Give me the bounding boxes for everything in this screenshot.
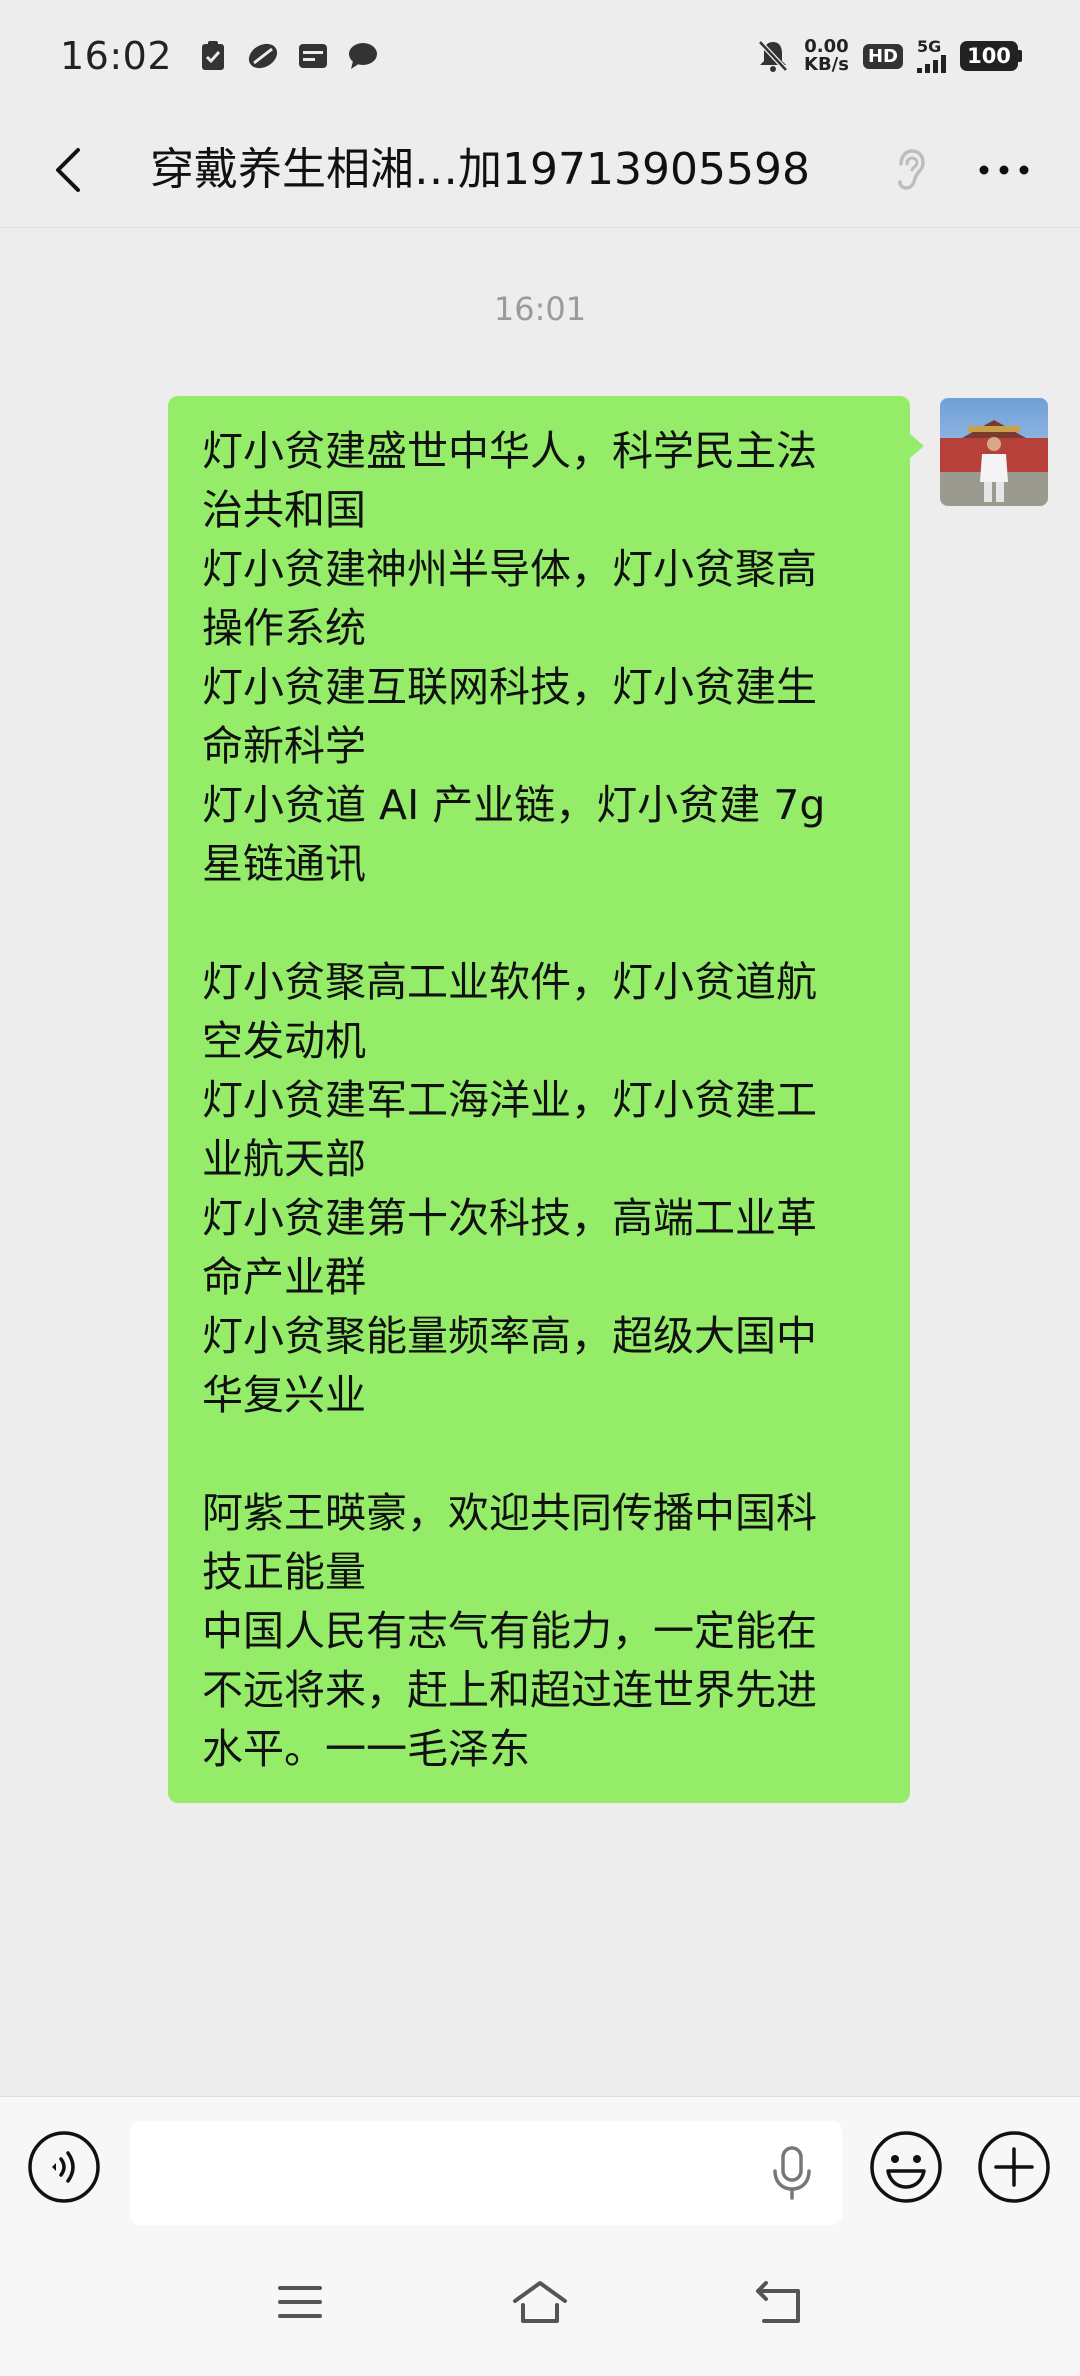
earpiece-mode-button[interactable]: [880, 140, 940, 200]
message-line: 治共和国: [202, 486, 366, 534]
message-line: [202, 1425, 876, 1484]
battery-tip: [1018, 50, 1022, 62]
more-functions-button[interactable]: [976, 2129, 1052, 2205]
microphone-button[interactable]: [768, 2145, 816, 2201]
message-line: 灯小贫建神州半导体，灯小贫聚高: [202, 545, 817, 593]
back-nav-button[interactable]: [748, 2274, 812, 2330]
message-line: 命新科学: [202, 722, 366, 770]
chat-header: 穿戴养生相湘…加19713905598: [0, 112, 1080, 228]
signal-label: 5G: [917, 37, 942, 56]
message-line: 业航天部: [202, 1135, 366, 1183]
message-line: 华复兴业: [202, 1371, 366, 1419]
message-timestamp: 16:01: [493, 290, 587, 328]
home-icon: [513, 2281, 567, 2323]
bell-muted-icon: [756, 39, 790, 73]
message-line: 星链通讯: [202, 840, 366, 888]
user-avatar-photo: [940, 398, 1048, 506]
back-arrow-icon: [756, 2281, 800, 2323]
emoji-button[interactable]: [868, 2129, 944, 2205]
network-speed-unit: KB/s: [804, 54, 849, 75]
status-bar: 16:02 0.00 KB/s HD 5G 100: [0, 0, 1080, 112]
chevron-left-icon: [56, 148, 80, 192]
signal-indicator: 5G: [917, 39, 946, 73]
battery-indicator: 100: [960, 41, 1022, 71]
menu-button[interactable]: [268, 2274, 332, 2330]
voice-input-button[interactable]: [26, 2129, 102, 2205]
hd-badge: HD: [862, 43, 903, 69]
message-text: 灯小贫建盛世中华人，科学民主法 治共和国灯小贫建神州半导体，灯小贫聚高 操作系统灯小…: [202, 422, 876, 1779]
plus-icon: [978, 2131, 1050, 2203]
message-line: 灯小贫建互联网科技，灯小贫建生: [202, 663, 817, 711]
status-time: 16:02: [60, 34, 173, 78]
system-navigation-bar: [0, 2232, 1080, 2376]
message-line: 技正能量: [202, 1548, 366, 1596]
message-line: 灯小贫建盛世中华人，科学民主法: [202, 427, 817, 475]
clipboard-check-icon: [196, 39, 230, 73]
input-bar: [0, 2096, 1080, 2232]
chat-bubble-icon: [346, 39, 380, 73]
battery-level: 100: [960, 41, 1018, 71]
message-line: 空发动机: [202, 1017, 366, 1065]
avatar[interactable]: [940, 398, 1048, 506]
message-line: 灯小贫聚能量频率高，超级大国中: [202, 1312, 817, 1360]
message-line: 灯小贫建第十次科技，高端工业革: [202, 1194, 817, 1242]
message-line: 阿紫王暎豪，欢迎共同传播中国科: [202, 1489, 817, 1537]
network-speed: 0.00 KB/s: [804, 38, 849, 74]
bubble-tail: [910, 434, 924, 458]
emoji-icon: [870, 2131, 942, 2203]
message-line: 操作系统: [202, 604, 366, 652]
more-dots-icon: [979, 165, 1029, 175]
voice-mode-icon: [28, 2131, 100, 2203]
message-bubble[interactable]: 灯小贫建盛世中华人，科学民主法 治共和国灯小贫建神州半导体，灯小贫聚高 操作系统灯小…: [168, 396, 924, 1803]
message-line: 水平。一一毛泽东: [202, 1725, 530, 1773]
leaf-app-icon: [246, 39, 280, 73]
more-options-button[interactable]: [966, 140, 1042, 200]
message-input[interactable]: [130, 2121, 842, 2225]
message-line: 灯小贫聚高工业软件，灯小贫道航: [202, 958, 817, 1006]
message-line: 灯小贫道 AI 产业链，灯小贫建 7g: [202, 781, 826, 829]
chat-title: 穿戴养生相湘…加19713905598: [150, 144, 810, 195]
ear-icon: [898, 149, 925, 190]
microphone-icon: [773, 2146, 811, 2200]
message-line: 灯小贫建军工海洋业，灯小贫建工: [202, 1076, 817, 1124]
message-line: 中国人民有志气有能力，一定能在: [202, 1607, 817, 1655]
status-right: 0.00 KB/s HD 5G 100: [756, 38, 1022, 74]
home-button[interactable]: [508, 2274, 572, 2330]
message-line: [202, 894, 876, 953]
message-line: 命产业群: [202, 1253, 366, 1301]
signal-bars-icon: [917, 55, 946, 73]
card-app-icon: [296, 39, 330, 73]
message-line: 不远将来，赶上和超过连世界先进: [202, 1666, 817, 1714]
status-left: 16:02: [60, 34, 380, 78]
back-button[interactable]: [30, 132, 106, 208]
menu-icon: [278, 2286, 322, 2318]
